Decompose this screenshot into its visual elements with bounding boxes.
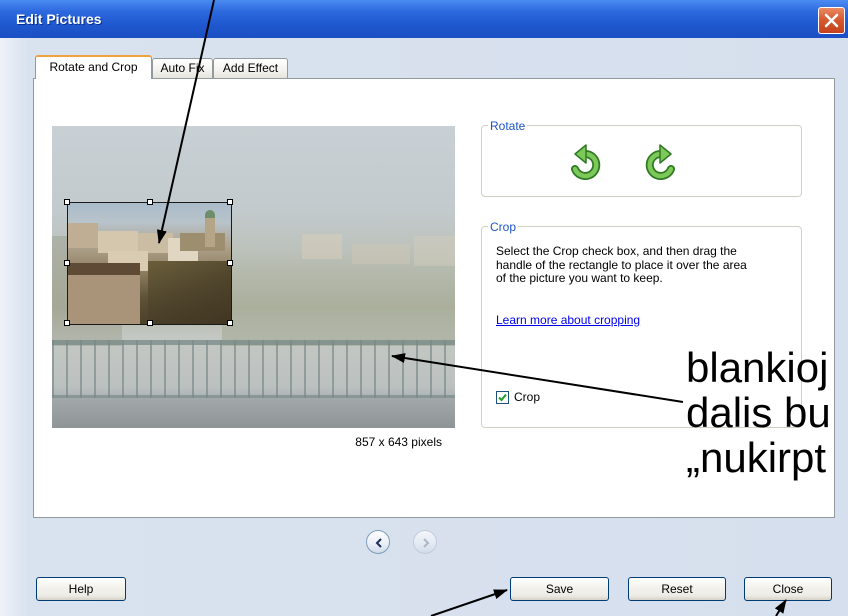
picture-preview[interactable] bbox=[52, 126, 455, 428]
picture-size-label: 857 x 643 pixels bbox=[355, 435, 442, 449]
arrow-to-close bbox=[774, 599, 787, 616]
close-icon bbox=[824, 13, 839, 28]
photo-trees bbox=[148, 261, 231, 324]
annotation-text: blankioj dalis bu „nukirpt bbox=[686, 345, 848, 485]
crop-handle-right[interactable] bbox=[227, 260, 233, 266]
crop-handle-bottom-left[interactable] bbox=[64, 320, 70, 326]
rotate-legend: Rotate bbox=[488, 119, 528, 133]
learn-more-cropping-link[interactable]: Learn more about cropping bbox=[496, 313, 640, 327]
crop-handle-left[interactable] bbox=[64, 260, 70, 266]
save-button[interactable]: Save bbox=[510, 577, 609, 601]
close-button[interactable]: Close bbox=[744, 577, 832, 601]
annotation-line: blankioj bbox=[686, 345, 829, 391]
crop-handle-top[interactable] bbox=[147, 199, 153, 205]
help-button[interactable]: Help bbox=[36, 577, 126, 601]
photo-tower-dome bbox=[205, 210, 215, 218]
crop-description: Select the Crop check box, and then drag… bbox=[496, 244, 796, 286]
next-picture-button[interactable] bbox=[413, 530, 437, 554]
tab-add-effect[interactable]: Add Effect bbox=[213, 58, 288, 78]
annotation-line: „nukirpt bbox=[686, 434, 827, 481]
window-close-button[interactable] bbox=[818, 7, 845, 34]
photo-faded-building bbox=[414, 236, 455, 266]
photo-road bbox=[52, 398, 455, 428]
title-bar[interactable]: Edit Pictures bbox=[0, 0, 848, 38]
crop-legend: Crop bbox=[488, 220, 519, 234]
tab-rotate-and-crop[interactable]: Rotate and Crop bbox=[35, 55, 152, 79]
crop-handle-top-right[interactable] bbox=[227, 199, 233, 205]
photo-faded-building bbox=[352, 244, 410, 264]
photo-building bbox=[98, 231, 138, 253]
annotation-line: dalis bu bbox=[686, 389, 831, 436]
reset-button[interactable]: Reset bbox=[628, 577, 726, 601]
previous-picture-button[interactable] bbox=[366, 530, 390, 554]
window-title: Edit Pictures bbox=[16, 11, 102, 27]
crop-handle-bottom-right[interactable] bbox=[227, 320, 233, 326]
photo-castle bbox=[180, 233, 225, 251]
photo-bridge-railing bbox=[52, 340, 455, 398]
photo-faded-building bbox=[302, 234, 342, 259]
cropped-picture-area bbox=[68, 203, 231, 324]
crop-description-line: handle of the rectangle to place it over… bbox=[496, 257, 747, 272]
crop-checkbox[interactable] bbox=[496, 391, 509, 404]
arrow-to-save bbox=[430, 589, 508, 616]
chevron-right-icon bbox=[423, 538, 430, 548]
chevron-left-icon bbox=[375, 538, 382, 548]
crop-checkbox-label[interactable]: Crop bbox=[514, 390, 540, 404]
photo-house-roof bbox=[68, 263, 140, 275]
rotate-right-icon bbox=[645, 144, 675, 180]
rotate-group bbox=[481, 125, 802, 197]
photo-tower bbox=[205, 217, 215, 247]
photo-building bbox=[68, 223, 98, 248]
rotate-right-button[interactable] bbox=[644, 142, 678, 180]
photo-house bbox=[68, 275, 140, 324]
crop-handle-bottom[interactable] bbox=[147, 320, 153, 326]
rotate-left-button[interactable] bbox=[568, 142, 602, 180]
tab-auto-fix[interactable]: Auto Fix bbox=[152, 58, 213, 78]
rotate-left-icon bbox=[571, 144, 601, 180]
crop-description-line: of the picture you want to keep. bbox=[496, 271, 663, 285]
crop-handle-top-left[interactable] bbox=[64, 199, 70, 205]
crop-description-line: Select the Crop check box, and then drag… bbox=[496, 244, 737, 258]
crop-rectangle[interactable] bbox=[64, 199, 233, 326]
checkmark-icon bbox=[498, 393, 507, 402]
